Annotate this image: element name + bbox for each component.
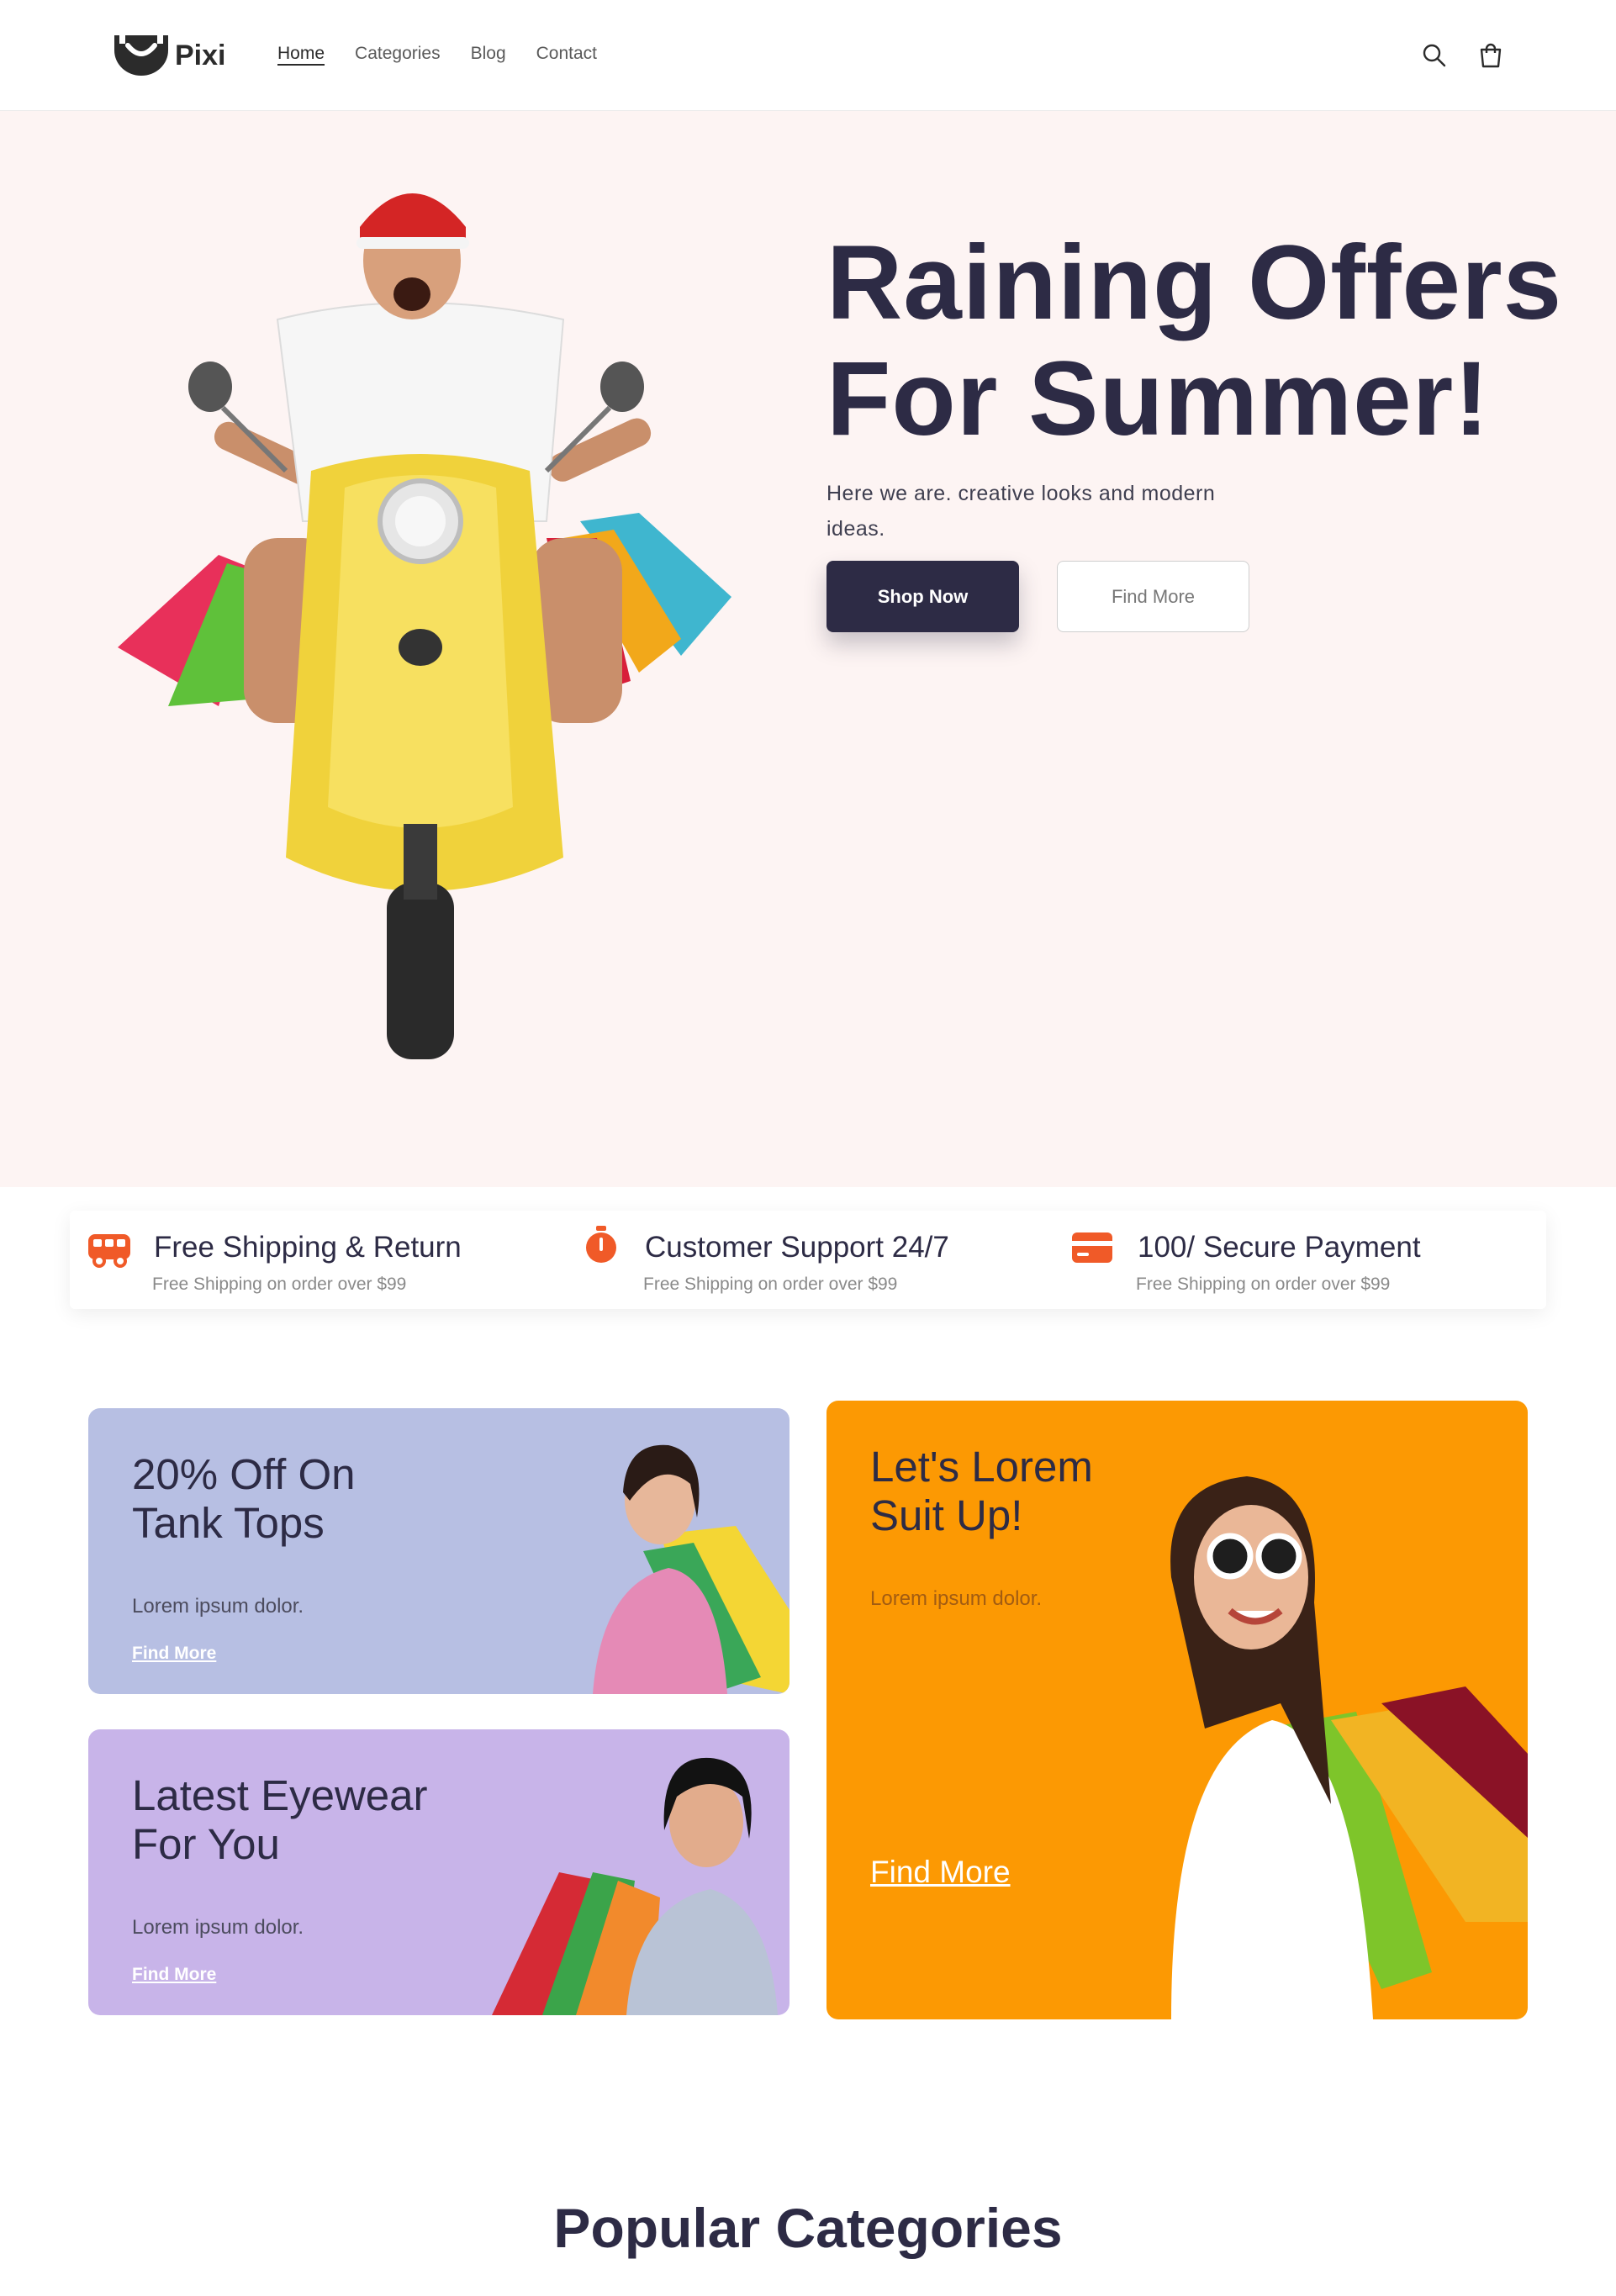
nav-blog[interactable]: Blog	[471, 44, 506, 64]
truck-icon	[88, 1234, 130, 1268]
site-header: Pixi Home Categories Blog Contact	[0, 0, 1616, 111]
hero-title-line-2: For Summer!	[826, 340, 1490, 457]
feature-title: 100/ Secure Payment	[1138, 1231, 1421, 1264]
promo-title: Latest Eyewear For You	[132, 1771, 428, 1869]
hero-title-line-1: Raining Offers	[826, 224, 1563, 341]
promo-find-more-link[interactable]: Find More	[132, 1965, 216, 1985]
cart-icon	[1480, 43, 1502, 68]
promo-card-tank-tops[interactable]: 20% Off On Tank Tops Lorem ipsum dolor. …	[88, 1408, 790, 1694]
smile-logo-icon	[114, 35, 168, 76]
section-heading: Popular Categories	[553, 2197, 1063, 2259]
credit-card-icon	[1072, 1232, 1112, 1263]
promo-title-line-1: Let's Lorem	[870, 1443, 1093, 1491]
woman-with-bags-image	[593, 1444, 790, 1694]
feature-subtitle: Free Shipping on order over $99	[643, 1275, 898, 1294]
feature-shipping: Free Shipping & Return Free Shipping on …	[87, 1224, 557, 1300]
logo-text: Pixi	[175, 39, 226, 71]
feature-title: Customer Support 24/7	[645, 1231, 949, 1264]
promo-subtitle: Lorem ipsum dolor.	[132, 1595, 304, 1618]
feature-subtitle: Free Shipping on order over $99	[1136, 1275, 1391, 1294]
find-more-button[interactable]: Find More	[1057, 561, 1249, 632]
promo-title: 20% Off On Tank Tops	[132, 1450, 356, 1548]
nav-contact[interactable]: Contact	[536, 44, 597, 64]
features-bar: Free Shipping & Return Free Shipping on …	[70, 1211, 1546, 1309]
logo[interactable]: Pixi	[113, 32, 247, 79]
feature-support: Customer Support 24/7 Free Shipping on o…	[576, 1224, 1047, 1300]
stopwatch-icon	[586, 1226, 616, 1263]
hero-subtitle: Here we are. creative looks and modern i…	[826, 482, 1216, 541]
nav-home[interactable]: Home	[277, 44, 325, 64]
main-nav: Home Categories Blog Contact	[277, 44, 597, 64]
shop-now-button[interactable]: Shop Now	[826, 561, 1019, 632]
promo-title: Let's Lorem Suit Up!	[870, 1443, 1093, 1540]
nav-categories[interactable]: Categories	[355, 44, 441, 64]
feature-subtitle: Free Shipping on order over $99	[152, 1275, 407, 1294]
promo-subtitle: Lorem ipsum dolor.	[870, 1587, 1043, 1610]
scooter-rider-illustration	[118, 193, 731, 1059]
woman-with-sunglasses-image	[1170, 1476, 1528, 2019]
promo-title-line-2: Suit Up!	[870, 1491, 1023, 1539]
promo-find-more-link[interactable]: Find More	[870, 1855, 1011, 1890]
feature-title: Free Shipping & Return	[154, 1231, 462, 1264]
hero-title: Raining Offers For Summer!	[826, 225, 1616, 457]
promo-subtitle: Lorem ipsum dolor.	[132, 1916, 304, 1939]
promo-title-line-2: For You	[132, 1820, 280, 1868]
cart-button[interactable]	[1472, 37, 1509, 74]
search-icon	[1423, 44, 1446, 67]
promo-find-more-link[interactable]: Find More	[132, 1644, 216, 1664]
feature-payment: 100/ Secure Payment Free Shipping on ord…	[1070, 1224, 1541, 1300]
promo-card-suit-up[interactable]: Let's Lorem Suit Up! Lorem ipsum dolor. …	[826, 1401, 1528, 2019]
promo-card-eyewear[interactable]: Latest Eyewear For You Lorem ipsum dolor…	[88, 1729, 790, 2015]
promo-title-line-1: 20% Off On	[132, 1450, 356, 1498]
search-button[interactable]	[1416, 37, 1453, 74]
woman-with-bags-image	[492, 1757, 778, 2015]
promo-title-line-1: Latest Eyewear	[132, 1771, 428, 1819]
promo-title-line-2: Tank Tops	[132, 1499, 325, 1547]
